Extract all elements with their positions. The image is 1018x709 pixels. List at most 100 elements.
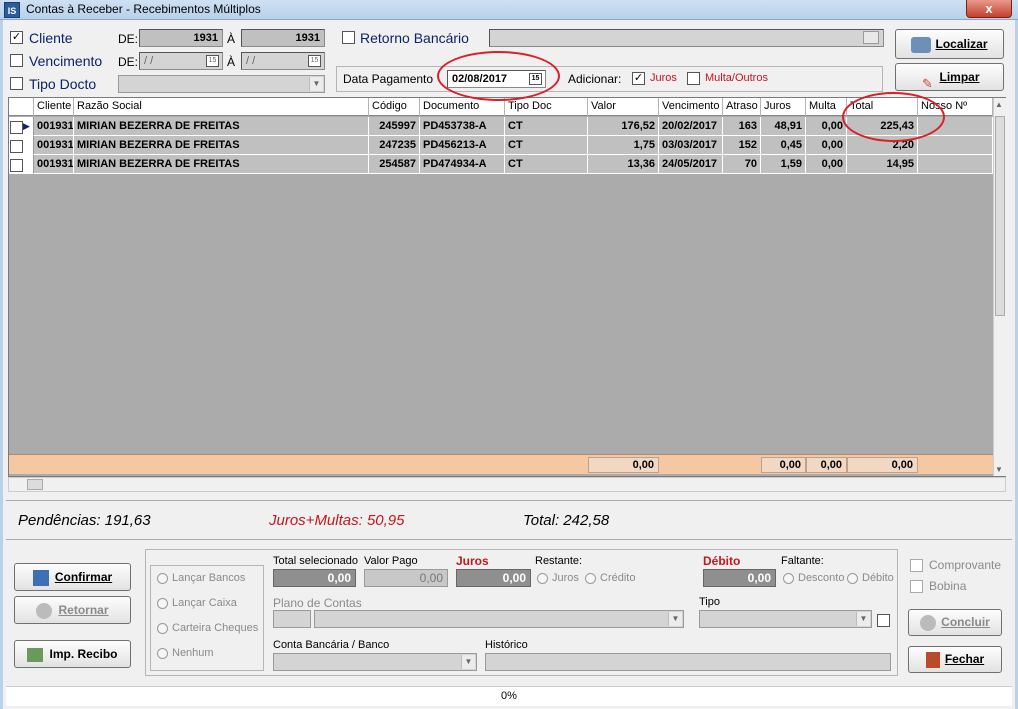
close-button[interactable]: x	[966, 0, 1012, 18]
scroll-up-icon[interactable]: ▲	[995, 100, 1003, 109]
header-codigo[interactable]: Código	[369, 98, 420, 116]
table-row[interactable]: 001931 MIRIAN BEZERRA DE FREITAS 254587 …	[9, 155, 993, 174]
cell-vencimento: 20/02/2017	[659, 117, 723, 136]
calendar-icon[interactable]: 15	[308, 55, 321, 67]
bobina-checkbox[interactable]: Bobina	[910, 579, 966, 594]
localizar-button[interactable]: Localizar	[895, 29, 1004, 59]
cell-valor: 176,52	[588, 117, 659, 136]
header-tipo-doc[interactable]: Tipo Doc	[505, 98, 588, 116]
cell-nosso-numero	[918, 155, 993, 174]
play-icon	[920, 614, 937, 631]
folder-icon[interactable]	[863, 31, 879, 44]
cell-codigo: 247235	[369, 136, 420, 155]
cell-multa: 0,00	[806, 155, 847, 174]
multa-label: Multa/Outros	[705, 72, 768, 84]
valor-pago-input[interactable]: 0,00	[364, 569, 448, 587]
tipo-select[interactable]: ▼	[699, 610, 872, 628]
vencimento-a-label: À	[227, 55, 236, 69]
valor-pago-label: Valor Pago	[364, 555, 418, 567]
window-title: Contas à Receber - Recebimentos Múltiplo…	[26, 2, 261, 16]
header-razao-social[interactable]: Razão Social	[74, 98, 369, 116]
radio-carteira-cheques[interactable]: Carteira Cheques	[157, 622, 258, 634]
footer-multa: 0,00	[806, 457, 847, 473]
retorno-label: Retorno Bancário	[360, 30, 469, 46]
receivables-grid: Cliente Razão Social Código Documento Ti…	[8, 97, 1006, 477]
scroll-down-icon[interactable]: ▼	[995, 465, 1003, 474]
comprovante-checkbox[interactable]: Comprovante	[910, 558, 1001, 573]
debito-label: Débito	[703, 554, 741, 568]
tipo-docto-checkbox[interactable]	[10, 77, 23, 90]
vencimento-checkbox[interactable]	[10, 54, 23, 67]
limpar-button[interactable]: ✎ Limpar	[895, 63, 1004, 91]
plano-contas-label: Plano de Contas	[273, 596, 362, 610]
scroll-thumb[interactable]	[995, 116, 1005, 316]
row-checkbox[interactable]	[9, 136, 34, 155]
tipo-checkbox[interactable]	[877, 614, 890, 627]
radio-faltante-debito[interactable]: Débito	[847, 572, 894, 584]
radio-restante-juros[interactable]: Juros	[537, 572, 579, 584]
cliente-checkbox[interactable]: ✓	[10, 31, 23, 44]
cell-atraso: 70	[723, 155, 761, 174]
cell-atraso: 163	[723, 117, 761, 136]
plano-contas-select[interactable]: ▼	[314, 610, 684, 628]
list-icon	[32, 569, 49, 586]
concluir-button[interactable]: Concluir	[908, 609, 1002, 636]
row-checkbox[interactable]: ▶	[9, 117, 34, 136]
cell-razao-social: MIRIAN BEZERRA DE FREITAS	[74, 136, 369, 155]
header-select	[9, 98, 34, 116]
header-atraso[interactable]: Atraso	[723, 98, 761, 116]
retorno-checkbox[interactable]	[342, 31, 355, 44]
chevron-down-icon: ▼	[856, 612, 870, 626]
radio-lancar-caixa[interactable]: Lançar Caixa	[157, 597, 237, 609]
tipo-docto-select[interactable]: ▼	[118, 75, 325, 93]
radio-faltante-desconto[interactable]: Desconto	[783, 572, 844, 584]
binoculars-icon	[911, 36, 932, 53]
header-multa[interactable]: Multa	[806, 98, 847, 116]
cliente-a-input[interactable]: 1931	[241, 29, 325, 47]
header-vencimento[interactable]: Vencimento	[659, 98, 723, 116]
cell-valor: 13,36	[588, 155, 659, 174]
chevron-down-icon: ▼	[309, 77, 323, 91]
header-juros[interactable]: Juros	[761, 98, 806, 116]
table-row[interactable]: 001931 MIRIAN BEZERRA DE FREITAS 247235 …	[9, 136, 993, 155]
total-selecionado-field: 0,00	[273, 569, 356, 587]
vencimento-a-input[interactable]: / / 15	[241, 52, 325, 70]
header-valor[interactable]: Valor	[588, 98, 659, 116]
radio-lancar-bancos[interactable]: Lançar Bancos	[157, 572, 245, 584]
conta-bancaria-label: Conta Bancária / Banco	[273, 639, 390, 651]
vertical-scrollbar[interactable]: ▲ ▼	[993, 98, 1006, 476]
cell-cliente: 001931	[34, 136, 74, 155]
historico-input[interactable]	[485, 653, 891, 671]
historico-label: Histórico	[485, 639, 528, 651]
cell-total: 14,95	[847, 155, 918, 174]
imp-recibo-button[interactable]: Imp. Recibo	[14, 640, 131, 668]
header-cliente[interactable]: Cliente	[34, 98, 74, 116]
fechar-button[interactable]: Fechar	[908, 646, 1002, 673]
footer-valor: 0,00	[588, 457, 659, 473]
progress-status: 0%	[6, 686, 1012, 706]
debito-field: 0,00	[703, 569, 776, 587]
horizontal-scrollbar[interactable]	[8, 477, 1006, 492]
cell-codigo: 254587	[369, 155, 420, 174]
cell-tipo-doc: CT	[505, 136, 588, 155]
juros-label: Juros	[650, 72, 677, 84]
cell-codigo: 245997	[369, 117, 420, 136]
cliente-de-input[interactable]: 1931	[139, 29, 223, 47]
title-bar: IS Contas à Receber - Recebimentos Múlti…	[0, 0, 1018, 20]
hscroll-thumb[interactable]	[27, 479, 43, 490]
data-pagamento-label: Data Pagamento	[343, 72, 434, 86]
retornar-button[interactable]: Retornar	[14, 596, 131, 624]
juros-checkbox[interactable]: ✓	[632, 72, 645, 85]
radio-nenhum[interactable]: Nenhum	[157, 647, 214, 659]
vencimento-de-input[interactable]: / / 15	[139, 52, 223, 70]
retorno-path-input[interactable]	[489, 29, 884, 47]
plano-contas-code[interactable]	[273, 610, 311, 628]
calendar-icon[interactable]: 15	[206, 55, 219, 67]
multa-checkbox[interactable]	[687, 72, 700, 85]
cell-documento: PD453738-A	[420, 117, 505, 136]
conta-bancaria-select[interactable]: ▼	[273, 653, 477, 671]
row-checkbox[interactable]	[9, 155, 34, 174]
confirmar-button[interactable]: Confirmar	[14, 563, 131, 591]
radio-restante-credito[interactable]: Crédito	[585, 572, 635, 584]
juros-multas-total: Juros+Multas: 50,95	[269, 512, 405, 529]
